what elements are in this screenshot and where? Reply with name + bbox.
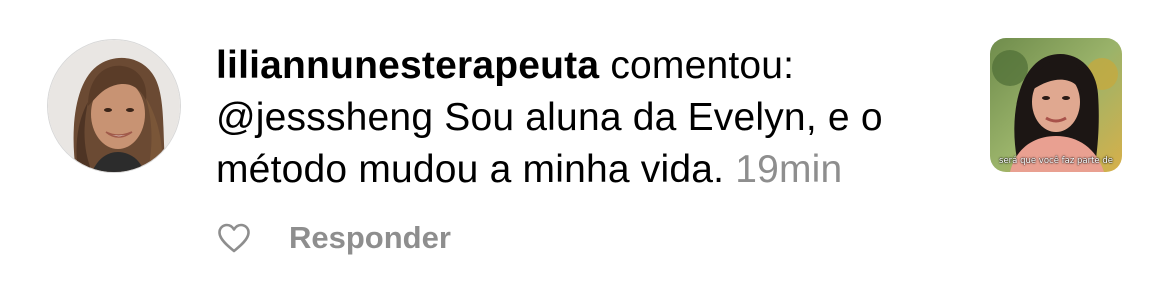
comment-username[interactable]: liliannunesterapeuta (216, 44, 599, 87)
thumbnail-image (990, 38, 1122, 172)
post-thumbnail[interactable]: será que você faz parte de (990, 38, 1122, 172)
comment-actions: Responder (216, 216, 451, 260)
avatar-image (48, 40, 180, 172)
avatar[interactable] (48, 40, 180, 172)
comment-timestamp: 19min (735, 148, 843, 191)
heart-icon[interactable] (216, 220, 252, 256)
comment-verb: comentou: (610, 44, 795, 87)
reply-button[interactable]: Responder (289, 220, 451, 256)
comment-text: liliannunesterapeuta comentou: @jessshen… (216, 40, 956, 196)
thumbnail-caption: será que você faz parte de (999, 156, 1113, 166)
comment-mention[interactable]: @jesssheng (216, 96, 433, 139)
